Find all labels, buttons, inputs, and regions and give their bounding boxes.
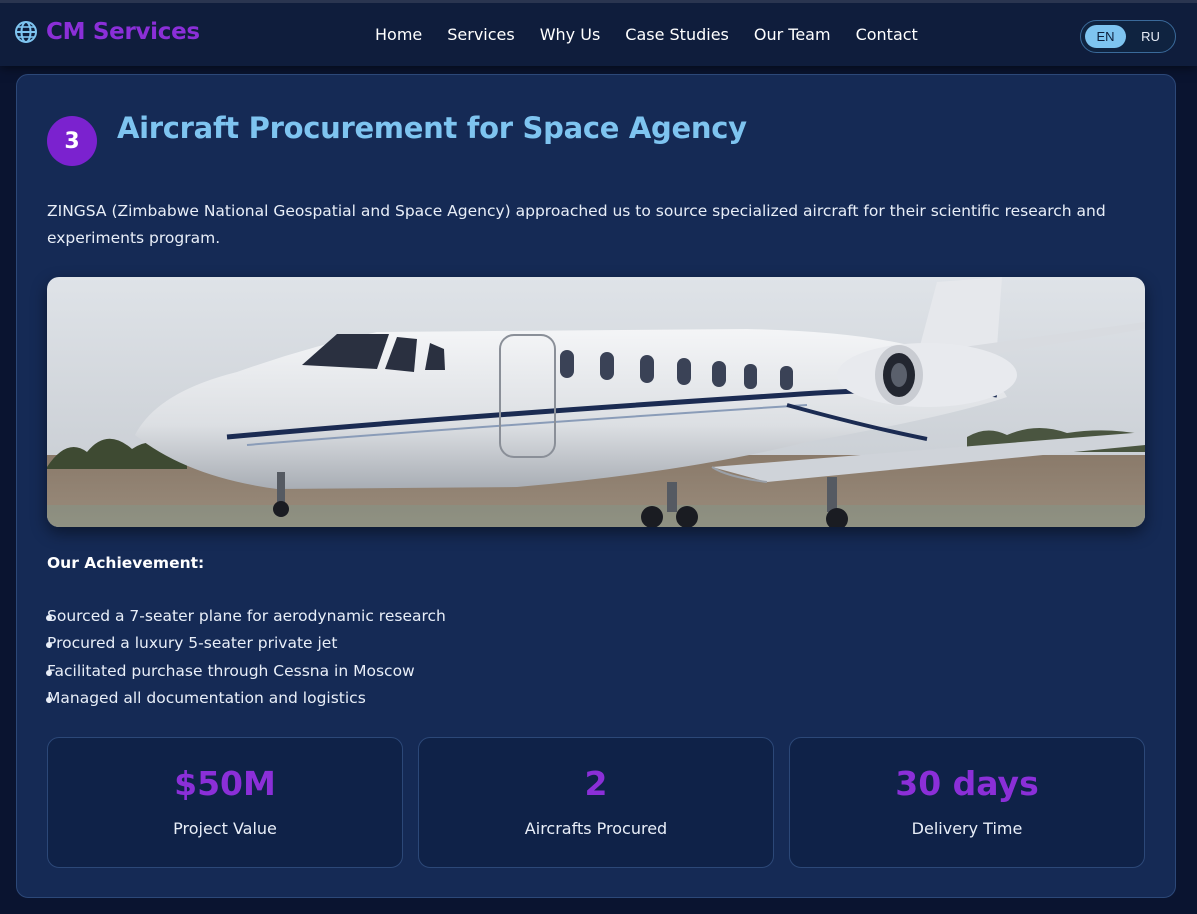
achievement-item: Managed all documentation and logistics — [46, 685, 446, 712]
nav-link-our-team[interactable]: Our Team — [754, 25, 831, 44]
aircraft-photo — [47, 277, 1145, 527]
nav-link-contact[interactable]: Contact — [856, 25, 918, 44]
stat-card-project-value: $50M Project Value — [47, 737, 403, 868]
stat-value: 30 days — [895, 764, 1039, 803]
language-switcher: EN RU — [1080, 20, 1176, 53]
nav-link-services[interactable]: Services — [447, 25, 514, 44]
achievement-heading: Our Achievement: — [47, 554, 205, 572]
nav-link-home[interactable]: Home — [375, 25, 422, 44]
achievement-item: Facilitated purchase through Cessna in M… — [46, 658, 446, 685]
achievement-text: Managed all documentation and logistics — [47, 689, 366, 708]
language-ru-button[interactable]: RU — [1130, 25, 1171, 48]
stat-label: Aircrafts Procured — [524, 819, 668, 838]
case-study-card: 3 Aircraft Procurement for Space Agency … — [16, 74, 1176, 898]
case-description: ZINGSA (Zimbabwe National Geospatial and… — [47, 202, 1106, 247]
brand-name: CM Services — [46, 19, 200, 45]
nav-link-why-us[interactable]: Why Us — [540, 25, 601, 44]
achievement-item: Procured a luxury 5-seater private jet — [46, 630, 446, 657]
case-number-badge: 3 — [47, 116, 97, 166]
achievement-text: Procured a luxury 5-seater private jet — [47, 634, 338, 653]
achievement-item: Sourced a 7-seater plane for aerodynamic… — [46, 603, 446, 630]
nav-link-case-studies[interactable]: Case Studies — [625, 25, 729, 44]
language-en-button[interactable]: EN — [1085, 25, 1126, 48]
stat-value: $50M — [174, 764, 276, 803]
case-title: Aircraft Procurement for Space Agency — [117, 111, 747, 145]
brand-logo[interactable]: CM Services — [14, 19, 200, 45]
achievement-text: Facilitated purchase through Cessna in M… — [47, 661, 415, 680]
stat-card-aircrafts-procured: 2 Aircrafts Procured — [418, 737, 774, 868]
top-navigation-bar: CM Services Home Services Why Us Case St… — [0, 0, 1197, 66]
globe-icon — [15, 21, 37, 43]
stat-label: Project Value — [173, 819, 277, 838]
stat-card-delivery-time: 30 days Delivery Time — [789, 737, 1145, 868]
achievement-list: Sourced a 7-seater plane for aerodynamic… — [46, 603, 446, 713]
stat-label: Delivery Time — [911, 819, 1023, 838]
business-jet-image — [47, 277, 1145, 527]
stats-row: $50M Project Value 2 Aircrafts Procured … — [47, 737, 1145, 868]
main-nav: Home Services Why Us Case Studies Our Te… — [375, 25, 918, 44]
stat-value: 2 — [584, 764, 608, 803]
achievement-text: Sourced a 7-seater plane for aerodynamic… — [47, 607, 446, 625]
